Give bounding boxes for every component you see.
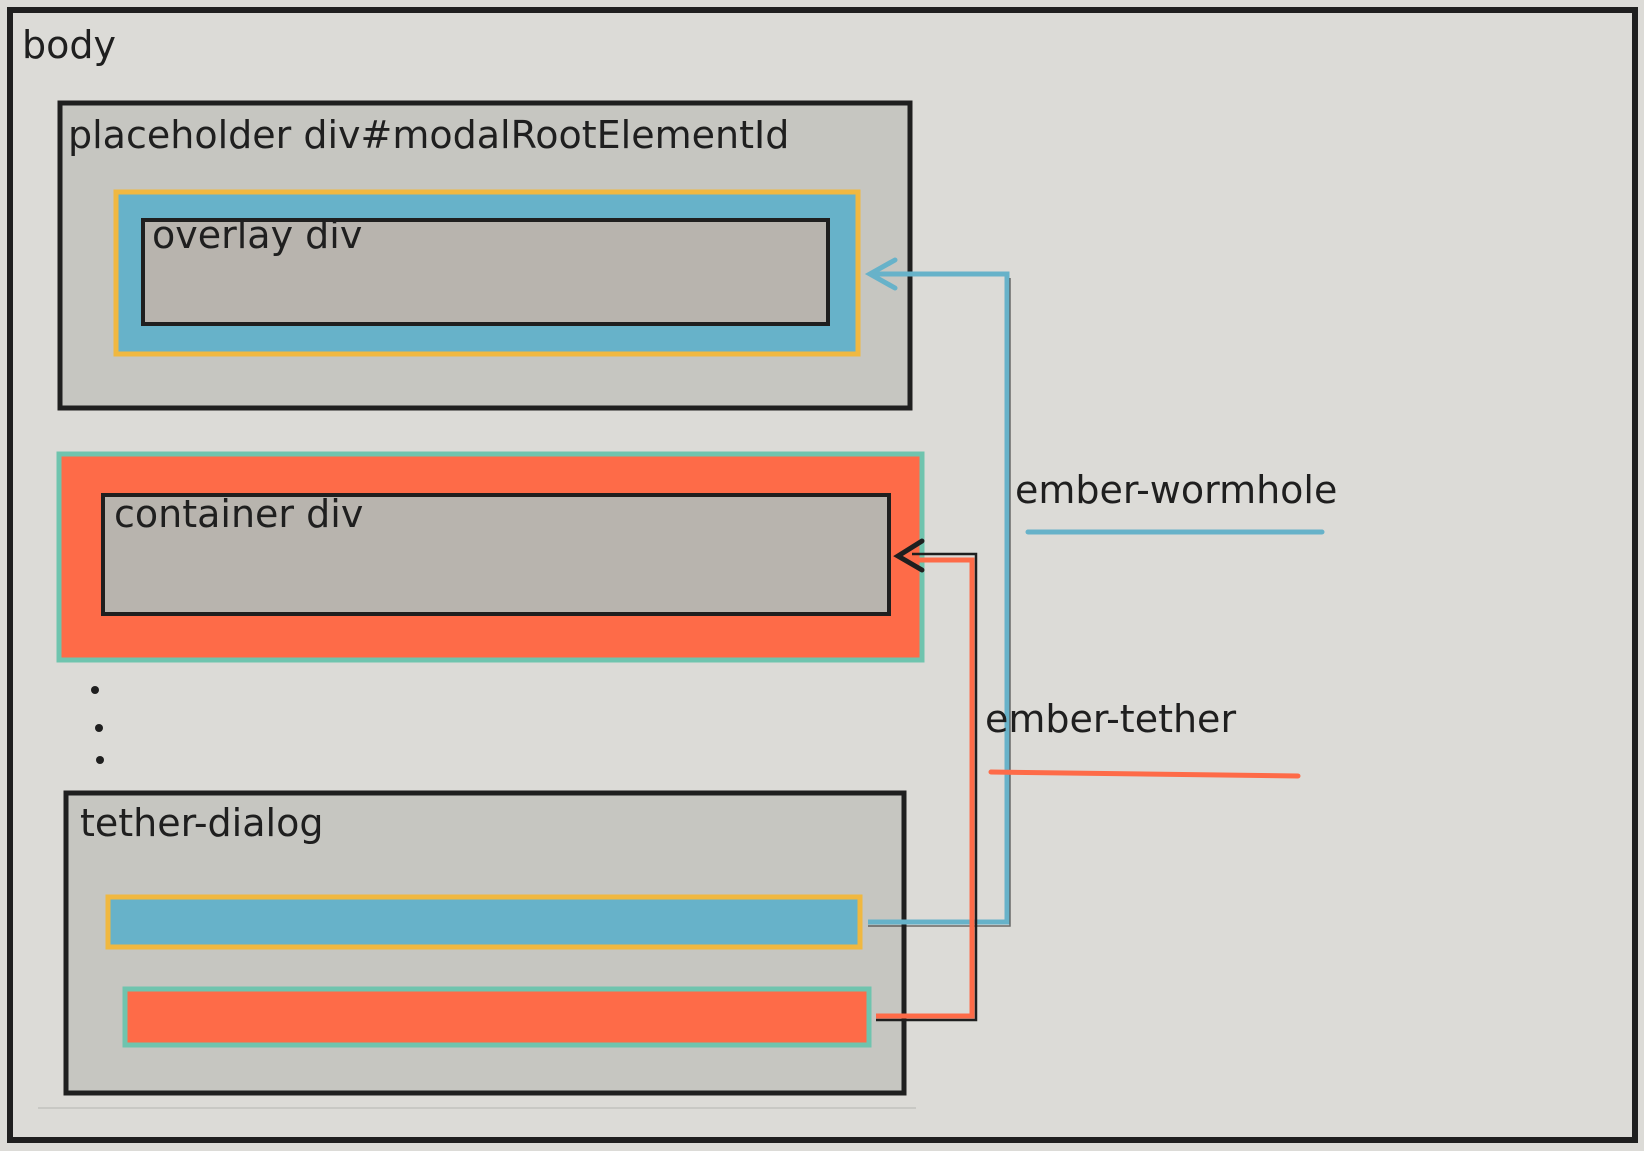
diagram-svg: body placeholder div#modalRootElementId … <box>7 7 1638 1143</box>
ellipsis-dot <box>91 686 99 694</box>
tether-source-bar <box>122 986 872 1048</box>
diagram-canvas: body placeholder div#modalRootElementId … <box>0 0 1644 1151</box>
ellipsis-dot <box>95 724 103 732</box>
container-label: container div <box>114 492 363 536</box>
overlay-label: overlay div <box>152 213 362 257</box>
body-label: body <box>22 23 116 67</box>
tether-dialog-label: tether-dialog <box>80 801 323 845</box>
ellipsis-dot <box>96 756 104 764</box>
placeholder-label: placeholder div#modalRootElementId <box>68 113 789 157</box>
tether-legend-label: ember-tether <box>985 697 1236 741</box>
wormhole-source-bar <box>105 894 863 950</box>
wormhole-legend-label: ember-wormhole <box>1015 468 1337 512</box>
